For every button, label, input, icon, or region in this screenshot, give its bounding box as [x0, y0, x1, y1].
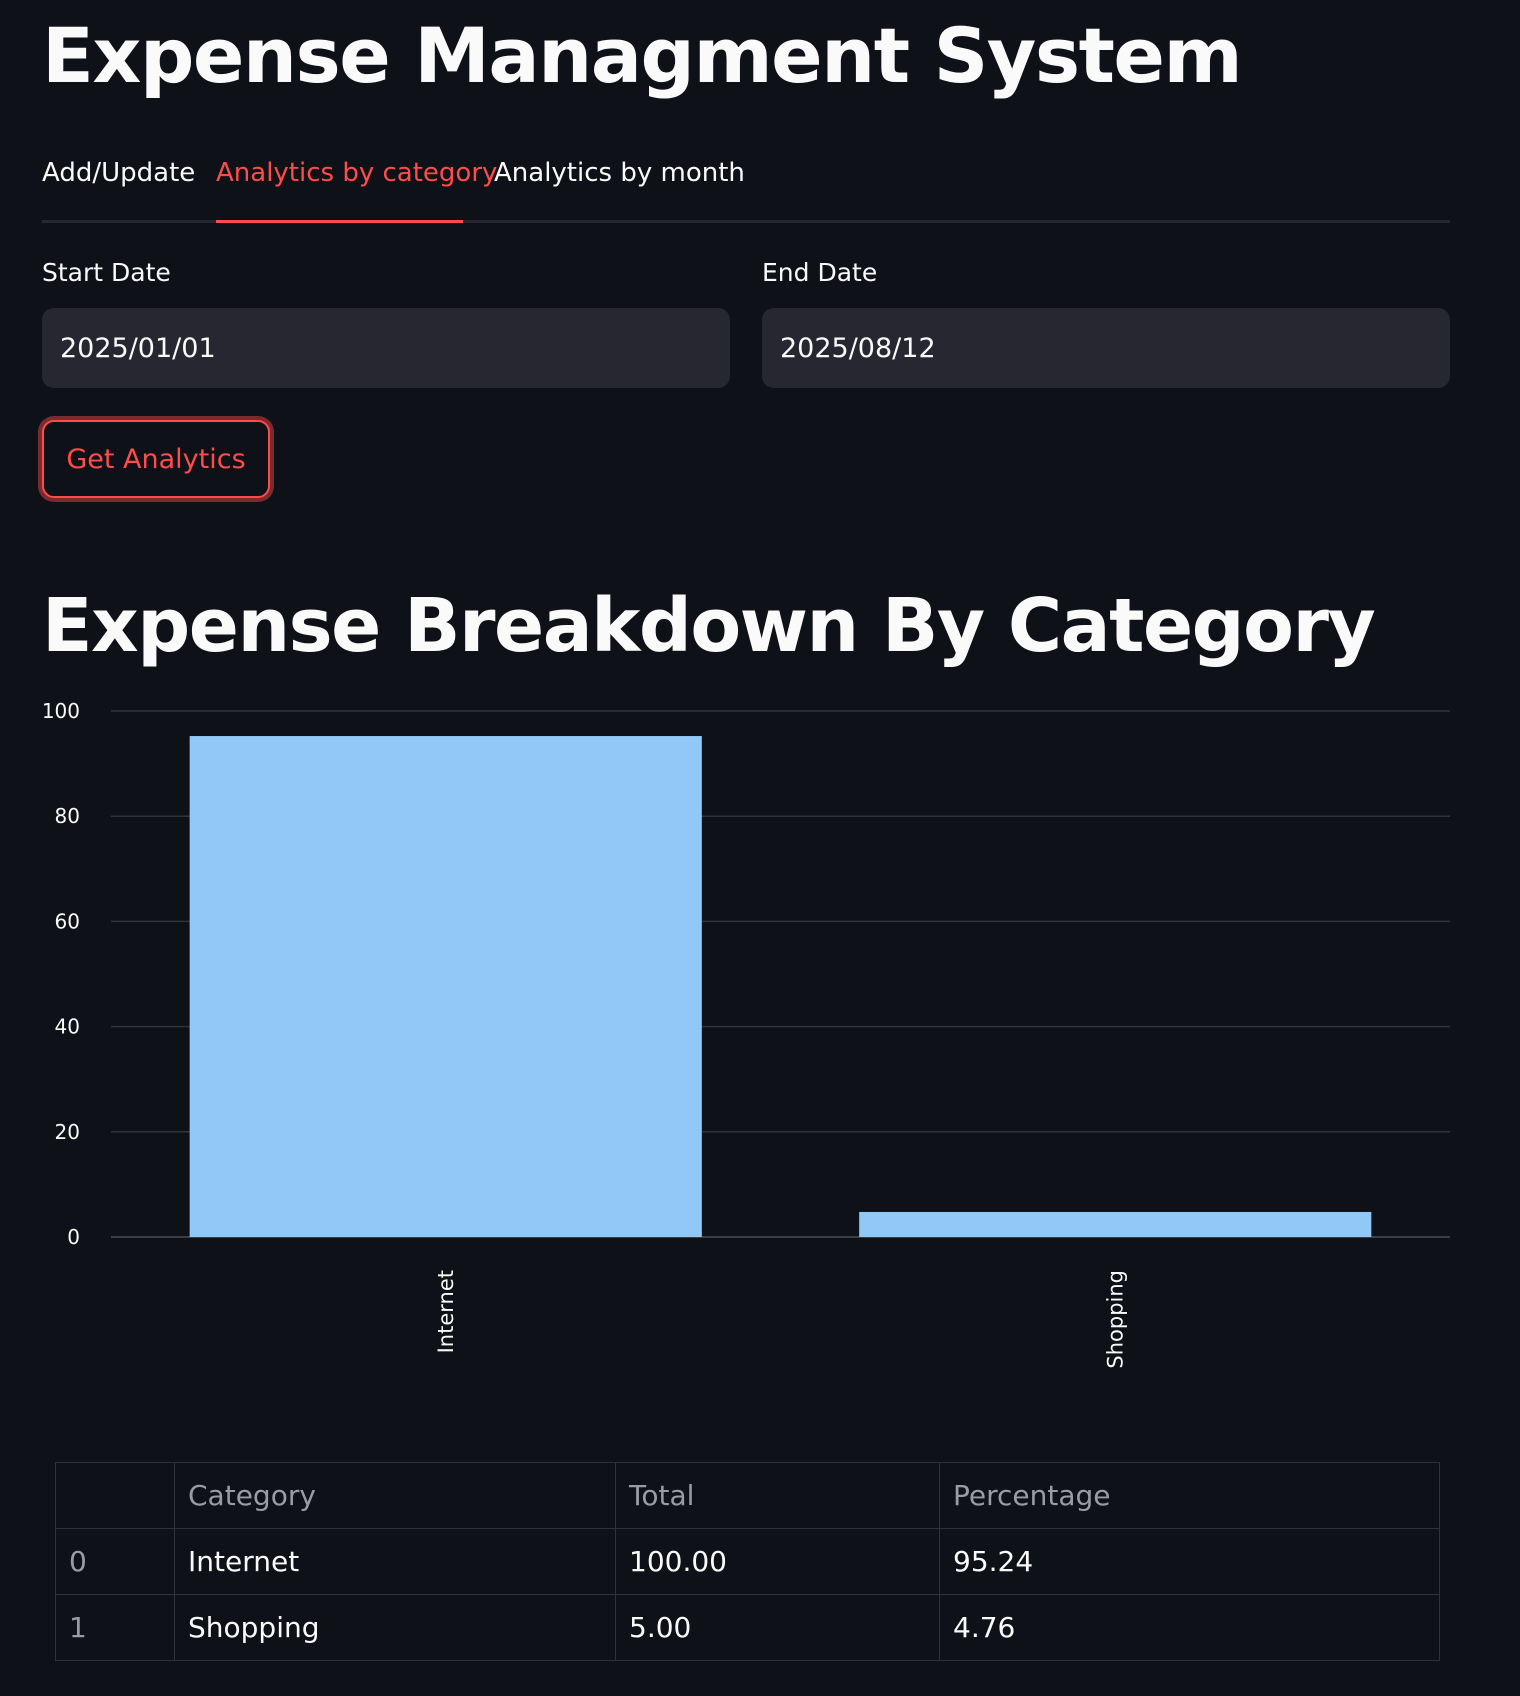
table-cell-index: 0 — [55, 1528, 175, 1595]
y-tick-label: 0 — [67, 1225, 80, 1249]
table-header-row: Category Total Percentage — [55, 1462, 1440, 1529]
y-tick-label: 80 — [55, 804, 80, 828]
end-date-input[interactable] — [762, 308, 1450, 388]
tab-label: Analytics by category — [216, 158, 498, 188]
table-cell-percentage: 4.76 — [939, 1594, 1440, 1661]
end-date-label: End Date — [762, 258, 878, 287]
bar — [189, 736, 702, 1237]
tab-bar: Add/Update Analytics by category Analyti… — [42, 150, 1450, 223]
table-cell-index: 1 — [55, 1594, 175, 1661]
tab-add-update[interactable]: Add/Update — [42, 158, 195, 188]
table-row: 0 Internet 100.00 95.24 — [55, 1528, 1440, 1595]
y-tick-label: 100 — [42, 699, 80, 723]
start-date-label: Start Date — [42, 258, 171, 287]
table-cell-percentage: 95.24 — [939, 1528, 1440, 1595]
y-tick-label: 20 — [55, 1120, 80, 1144]
analytics-table: Category Total Percentage 0 Internet 100… — [55, 1462, 1440, 1661]
table-cell-total: 100.00 — [615, 1528, 940, 1595]
active-tab-indicator — [216, 220, 463, 223]
x-tick-label: Shopping — [1103, 1270, 1127, 1369]
table-header-total: Total — [615, 1462, 940, 1529]
table-cell-category: Internet — [174, 1528, 616, 1595]
category-bar-chart: 0 20 40 60 80 100 Internet Shopping — [42, 699, 1450, 1369]
page-title: Expense Managment System — [42, 11, 1243, 100]
bar — [859, 1211, 1372, 1237]
table-cell-total: 5.00 — [615, 1594, 940, 1661]
table-header-percentage: Percentage — [939, 1462, 1440, 1529]
y-tick-label: 40 — [55, 1015, 80, 1039]
section-title: Expense Breakdown By Category — [42, 583, 1376, 669]
start-date-input[interactable] — [42, 308, 730, 388]
table-cell-category: Shopping — [174, 1594, 616, 1661]
x-tick-label: Internet — [434, 1270, 458, 1353]
tab-analytics-by-category[interactable]: Analytics by category — [216, 158, 497, 188]
table-header-category: Category — [174, 1462, 616, 1529]
get-analytics-button[interactable]: Get Analytics — [42, 420, 270, 498]
y-tick-label: 60 — [55, 909, 80, 933]
table-header-index — [55, 1462, 175, 1529]
table-row: 1 Shopping 5.00 4.76 — [55, 1594, 1440, 1661]
tab-analytics-by-month[interactable]: Analytics by month — [494, 158, 745, 188]
